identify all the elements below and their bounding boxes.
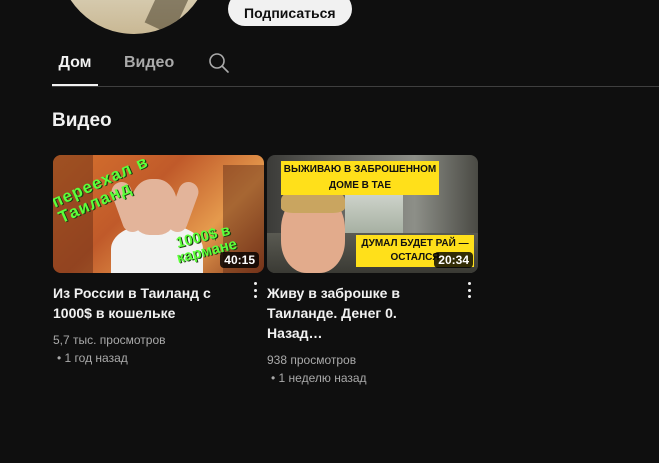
video-views: 5,7 тыс. просмотров [53,333,166,347]
video-views: 938 просмотров [267,353,357,367]
channel-page: Подписаться Дом Видео Видео переехал в Т… [0,0,659,463]
video-meta: 5,7 тыс. просмотров • 1 год назад [53,331,264,367]
video-age: • 1 год назад [57,351,128,365]
section-title: Видео [52,110,112,131]
tab-home[interactable]: Дом [52,40,98,86]
video-duration: 40:15 [220,252,259,268]
thumb-caption-line: ВЫЖИВАЮ В ЗАБРОШЕННОМ [283,164,437,175]
video-thumbnail[interactable]: переехал в Таиланд 1000$ в кармане 40:15 [53,155,264,273]
video-thumbnail[interactable]: ВЫЖИВАЮ В ЗАБРОШЕННОМ ДОМЕ В ТАЕ ДУМАЛ Б… [267,155,478,273]
more-vert-icon[interactable] [248,281,262,299]
channel-avatar[interactable] [58,0,210,34]
video-title[interactable]: Из России в Таиланд с 1000$ в кошельке [53,283,233,323]
more-vert-icon[interactable] [462,281,476,299]
tabs-divider [52,86,659,87]
tab-videos[interactable]: Видео [124,40,174,86]
thumb-caption-line: ДОМЕ В ТАЕ [310,179,410,193]
channel-tabs: Дом Видео [52,40,230,86]
video-duration: 20:34 [434,252,473,268]
video-card: переехал в Таиланд 1000$ в кармане 40:15… [53,155,264,367]
search-icon[interactable] [208,52,230,74]
subscribe-button[interactable]: Подписаться [228,0,352,26]
video-title[interactable]: Живу в заброшке в Таиланде. Денег 0. Наз… [267,283,447,343]
thumb-caption-top: ВЫЖИВАЮ В ЗАБРОШЕННОМ ДОМЕ В ТАЕ [281,161,439,195]
video-meta: 938 просмотров • 1 неделю назад [267,351,478,387]
video-card: ВЫЖИВАЮ В ЗАБРОШЕННОМ ДОМЕ В ТАЕ ДУМАЛ Б… [267,155,478,387]
video-age: • 1 неделю назад [271,371,367,385]
